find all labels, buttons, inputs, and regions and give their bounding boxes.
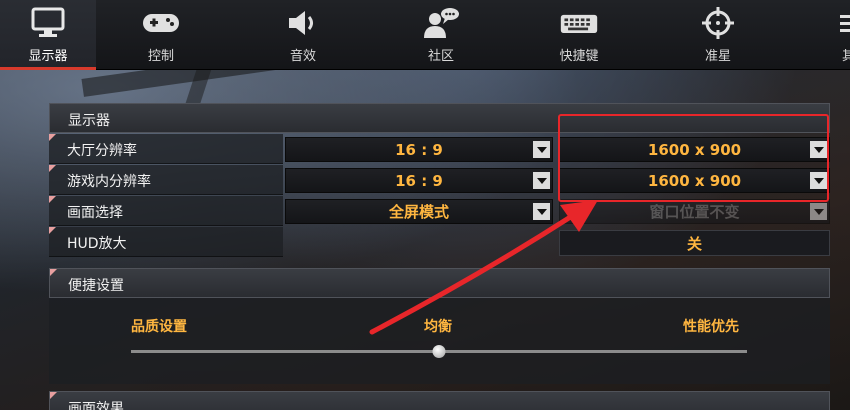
tab-controls[interactable]: 控制 xyxy=(113,0,209,70)
quality-slider-thumb[interactable] xyxy=(432,345,446,358)
monitor-icon xyxy=(28,5,68,41)
tab-label: 显示器 xyxy=(28,49,68,64)
row-label: 大厅分辨率 xyxy=(49,134,283,164)
quick-settings-header: 便捷设置 xyxy=(49,268,830,298)
chevron-down-icon[interactable] xyxy=(533,172,550,189)
section-title: 画面效果 xyxy=(68,401,124,410)
hud-scale-label: HUD放大 xyxy=(67,236,127,252)
hud-scale-value: 关 xyxy=(686,234,702,253)
ingame-aspect-value: 16 : 9 xyxy=(395,171,443,190)
gamepad-icon xyxy=(141,5,181,41)
chevron-down-icon[interactable] xyxy=(810,203,827,220)
tab-label: 其 xyxy=(842,49,850,64)
chevron-down-icon[interactable] xyxy=(533,203,550,220)
display-mode-value: 全屏模式 xyxy=(388,203,449,221)
speaker-icon xyxy=(283,5,323,41)
ingame-resolution-row: 游戏内分辨率 16 : 9 1600 x 900 xyxy=(49,165,830,195)
tab-label: 社区 xyxy=(427,49,454,64)
quick-settings-body: 品质设置 均衡 性能优先 xyxy=(49,298,830,384)
display-mode-label: 画面选择 xyxy=(67,205,123,221)
performance-priority-label: 性能优先 xyxy=(683,319,739,335)
tab-label: 音效 xyxy=(289,49,316,64)
display-section-header: 显示器 xyxy=(49,103,830,133)
lobby-resolution-label: 大厅分辨率 xyxy=(67,143,137,159)
quality-priority-label: 品质设置 xyxy=(131,319,187,335)
lobby-aspect-value: 16 : 9 xyxy=(395,140,443,159)
crosshair-icon xyxy=(698,5,738,41)
quality-slider-track[interactable] xyxy=(131,345,747,358)
tab-crosshair[interactable]: 准星 xyxy=(670,0,766,70)
display-mode-select[interactable]: 全屏模式 xyxy=(285,199,553,224)
balanced-label: 均衡 xyxy=(424,319,452,335)
chevron-down-icon[interactable] xyxy=(810,141,827,158)
lobby-resolution-row: 大厅分辨率 16 : 9 1600 x 900 xyxy=(49,134,830,164)
lobby-resolution-value: 1600 x 900 xyxy=(647,140,742,159)
row-label: 游戏内分辨率 xyxy=(49,165,283,195)
lobby-resolution-select[interactable]: 1600 x 900 xyxy=(559,137,830,162)
chevron-down-icon[interactable] xyxy=(810,172,827,189)
tab-label: 准星 xyxy=(704,49,731,64)
other-icon xyxy=(820,5,850,41)
lobby-aspect-select[interactable]: 16 : 9 xyxy=(285,137,553,162)
tab-community[interactable]: 社区 xyxy=(393,0,489,70)
tab-hotkeys[interactable]: 快捷键 xyxy=(531,0,627,70)
community-chat-icon xyxy=(421,5,461,41)
tab-other[interactable]: 其 xyxy=(820,0,850,70)
tab-sound[interactable]: 音效 xyxy=(255,0,351,70)
keyboard-icon xyxy=(559,5,599,41)
ingame-resolution-value: 1600 x 900 xyxy=(647,171,742,190)
tab-label: 快捷键 xyxy=(559,49,599,64)
hud-scale-row: HUD放大 关 xyxy=(49,227,830,257)
ingame-resolution-select[interactable]: 1600 x 900 xyxy=(559,168,830,193)
row-label: 画面选择 xyxy=(49,196,283,226)
section-title: 便捷设置 xyxy=(68,278,124,294)
tab-label: 控制 xyxy=(147,49,174,64)
section-title: 显示器 xyxy=(68,113,110,129)
chevron-down-icon[interactable] xyxy=(533,141,550,158)
row-label: HUD放大 xyxy=(49,227,283,257)
ingame-resolution-label: 游戏内分辨率 xyxy=(67,174,151,190)
effects-section-header: 画面效果 xyxy=(49,391,830,410)
settings-tab-bar: 显示器 控制 音效 社区 快捷键 准星 其 xyxy=(0,0,850,70)
tab-display[interactable]: 显示器 xyxy=(0,0,96,70)
window-position-select[interactable]: 窗口位置不变 xyxy=(559,199,830,224)
ingame-aspect-select[interactable]: 16 : 9 xyxy=(285,168,553,193)
window-position-value: 窗口位置不变 xyxy=(649,203,740,221)
display-mode-row: 画面选择 全屏模式 窗口位置不变 xyxy=(49,196,830,226)
hud-scale-toggle[interactable]: 关 xyxy=(559,230,830,256)
